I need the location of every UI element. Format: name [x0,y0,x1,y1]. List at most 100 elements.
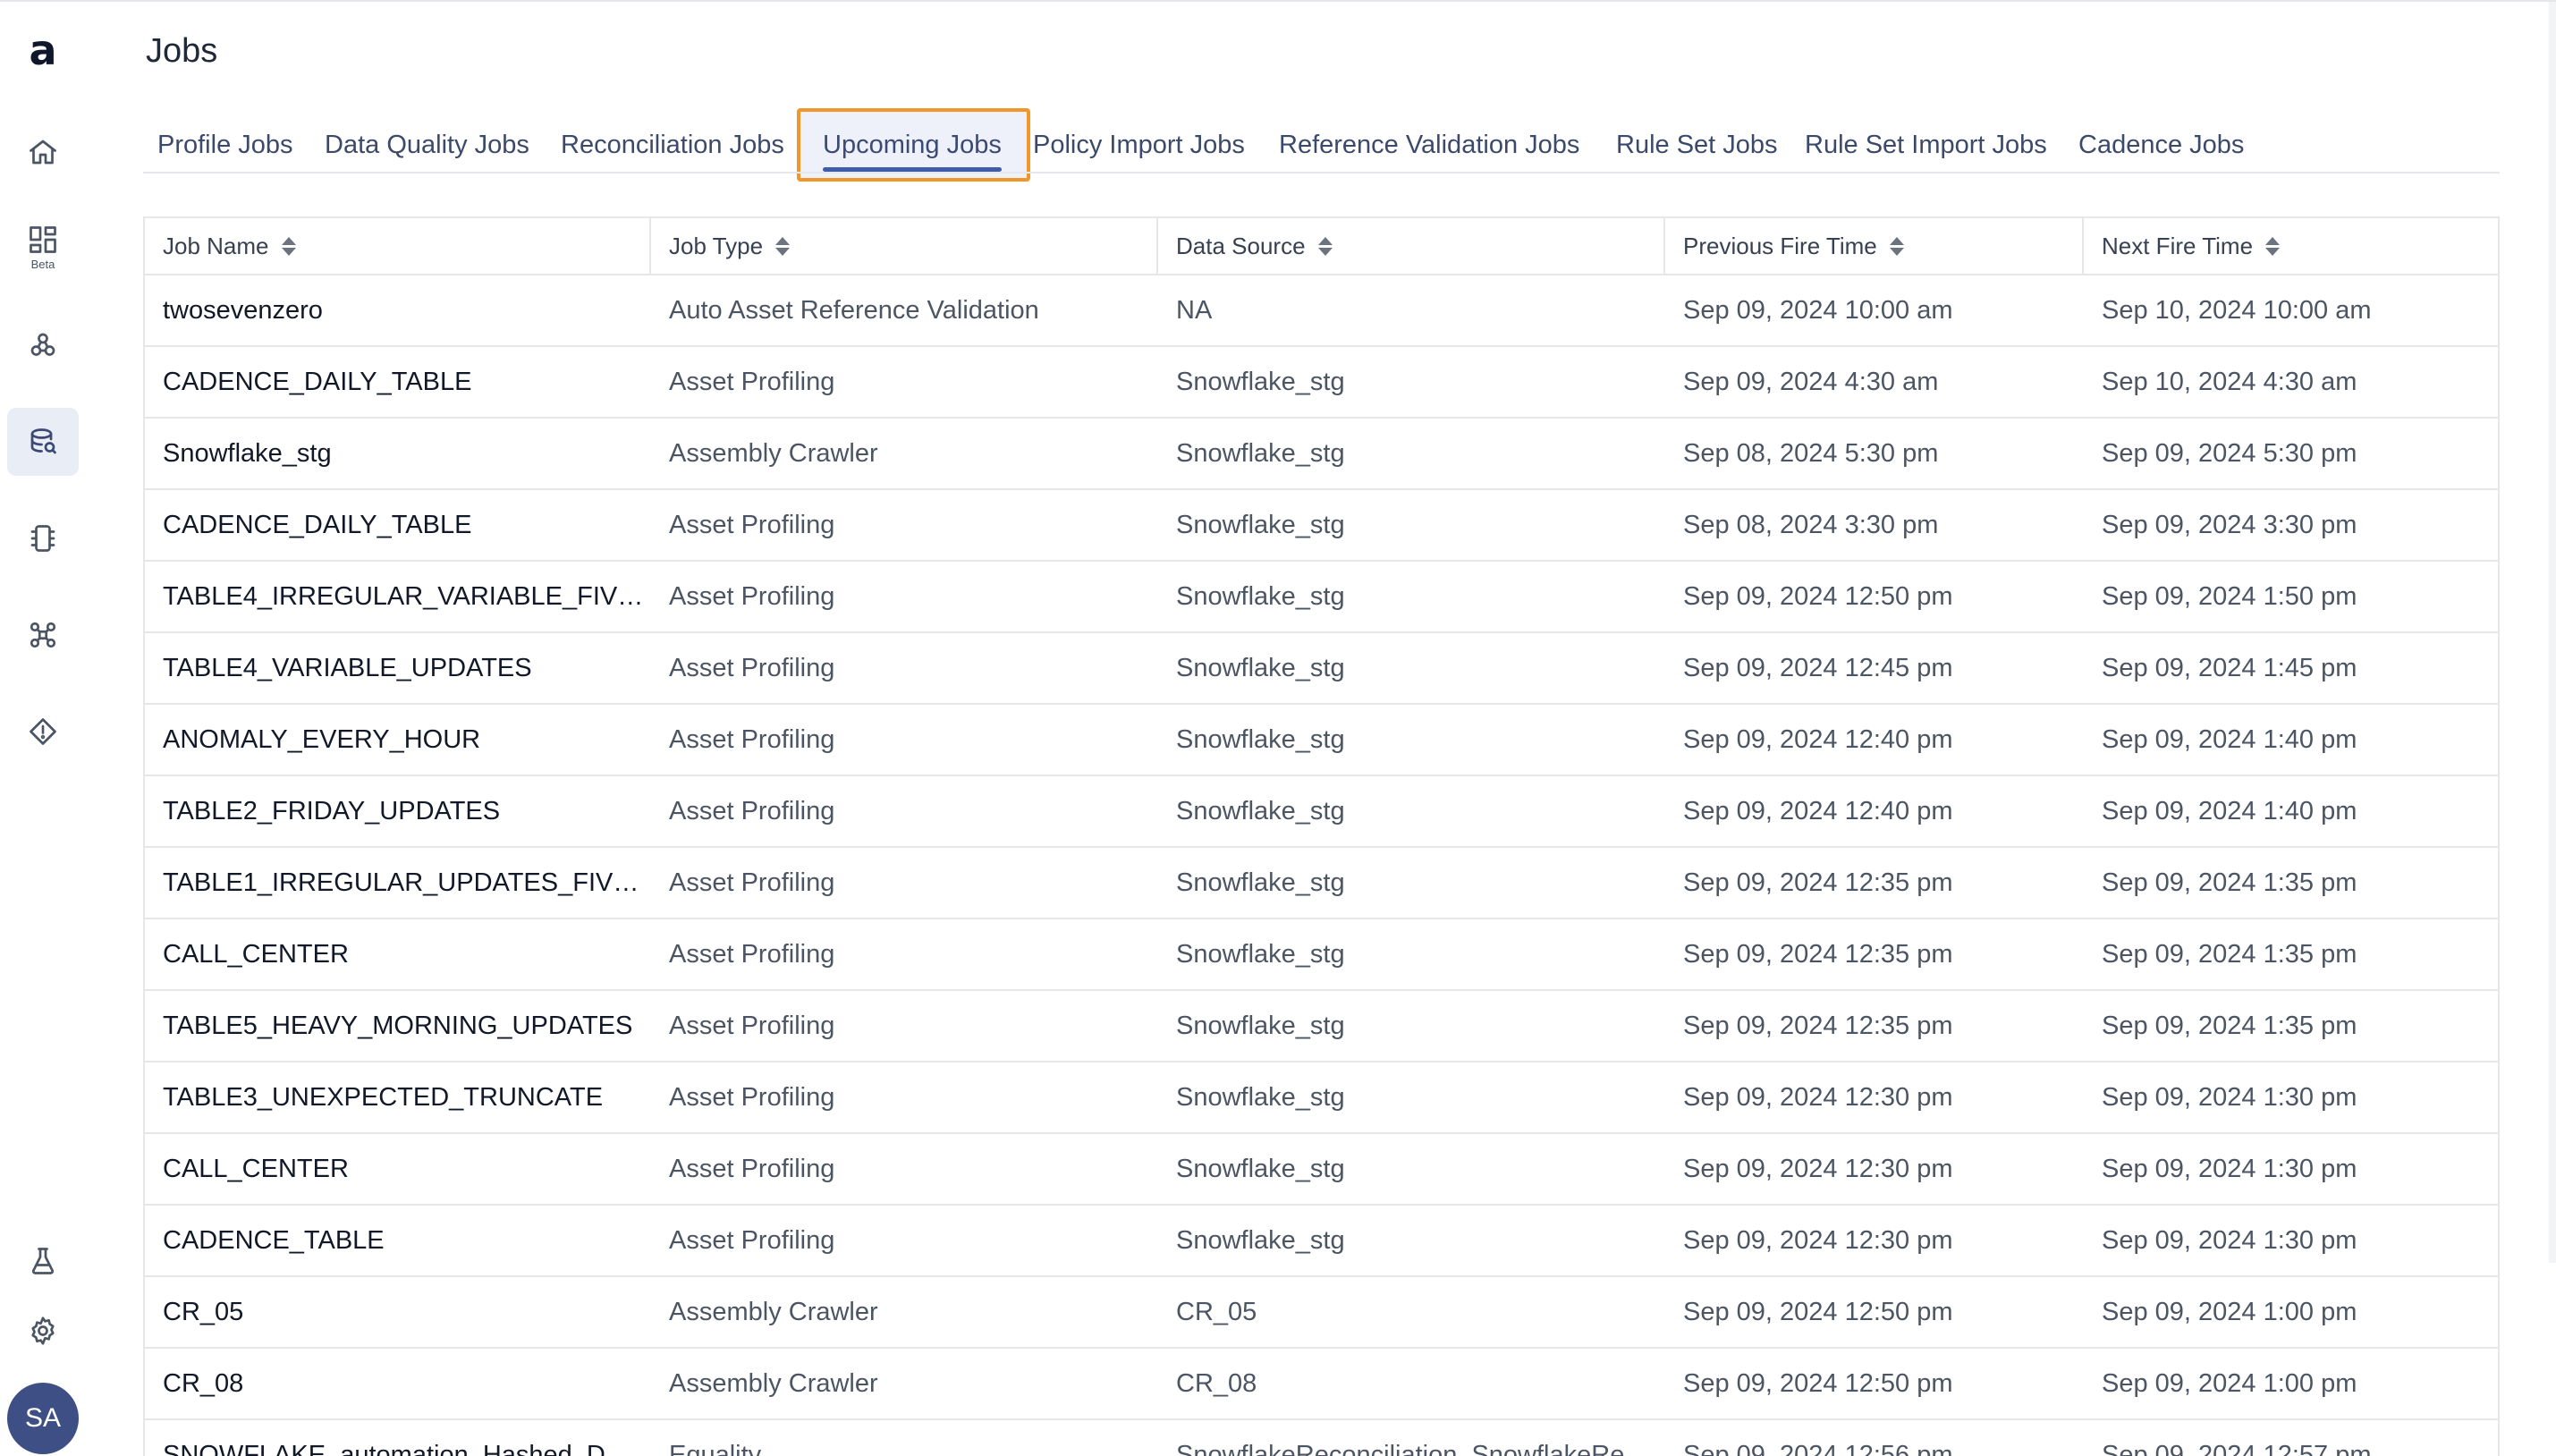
tab-reference-validation-jobs[interactable]: Reference Validation Jobs [1279,131,1579,166]
cell-job-name: CR_05 [145,1277,651,1347]
table-row[interactable]: TABLE3_UNEXPECTED_TRUNCATE Asset Profilin… [145,1062,2498,1134]
tab-reconciliation-jobs[interactable]: Reconciliation Jobs [561,131,784,166]
cell-next-fire-time: Sep 09, 2024 1:35 pm [2084,991,2501,1061]
cell-data-source: Snowflake_stg [1158,776,1665,846]
tab-data-quality-jobs[interactable]: Data Quality Jobs [325,131,529,166]
table-row[interactable]: CR_05 Assembly Crawler CR_05 Sep 09, 2024 1… [145,1277,2498,1349]
cell-data-source-text: Snowflake_stg [1176,796,1345,825]
app-logo[interactable]: a [25,30,61,71]
sort-icon[interactable] [2265,236,2281,256]
cell-job-name: TABLE2_FRIDAY_UPDATES [145,776,651,846]
table-row[interactable]: TABLE2_FRIDAY_UPDATES Asset Profiling Snow… [145,776,2498,848]
column-header-data-source[interactable]: Data Source [1158,218,1665,274]
cell-job-name-text: TABLE2_FRIDAY_UPDATES [163,796,501,825]
cell-data-source-text: Snowflake_stg [1176,1011,1345,1040]
table-row[interactable]: TABLE5_HEAVY_MORNING_UPDATES Asset Profil… [145,991,2498,1062]
column-header-job-type[interactable]: Job Type [651,218,1158,274]
cell-job-name: CADENCE_DAILY_TABLE [145,347,651,417]
table-row[interactable]: twosevenzero Auto Asset Reference Validat… [145,275,2498,347]
cell-data-source-text: SnowflakeReconciliation, SnowflakeRe... [1176,1440,1646,1456]
cell-previous-fire-time-text: Sep 09, 2024 12:45 pm [1683,653,1953,682]
cell-job-type: Asset Profiling [651,1134,1158,1204]
cell-job-type: Asset Profiling [651,991,1158,1061]
cell-job-name-text: CADENCE_DAILY_TABLE [163,367,472,396]
alert-diamond-icon [30,718,56,745]
cell-next-fire-time: Sep 09, 2024 1:00 pm [2084,1349,2501,1418]
cell-job-name-text: CR_05 [163,1297,244,1326]
tab-rule-set-jobs[interactable]: Rule Set Jobs [1616,131,1778,166]
column-header-previous-fire-time[interactable]: Previous Fire Time [1665,218,2084,274]
cell-previous-fire-time-text: Sep 09, 2024 12:40 pm [1683,724,1953,754]
table-row[interactable]: TABLE4_VARIABLE_UPDATES Asset Profiling Sn… [145,633,2498,705]
cell-job-type-text: Assembly Crawler [669,1368,878,1398]
sidebar-item-home[interactable] [7,118,79,186]
cell-data-source: Snowflake_stg [1158,1134,1665,1204]
table-row[interactable]: CADENCE_DAILY_TABLE Asset Profiling Snowfl… [145,490,2498,562]
table-row[interactable]: ANOMALY_EVERY_HOUR Asset Profiling Snowfla… [145,705,2498,776]
sidebar-item-pipelines[interactable] [7,601,79,669]
cell-job-type-text: Asset Profiling [669,581,835,611]
sort-icon[interactable] [1317,236,1333,256]
tab-rule-set-import-jobs[interactable]: Rule Set Import Jobs [1805,131,2047,166]
cell-job-type-text: Asset Profiling [669,1154,835,1183]
sidebar-item-alerts[interactable] [7,698,79,766]
cell-job-name-text: Snowflake_stg [163,438,332,468]
table-header: Job Name Job Type Data Source Previous F… [145,218,2498,275]
cell-previous-fire-time-text: Sep 09, 2024 10:00 am [1683,295,1953,325]
column-header-label: Job Type [669,232,764,259]
sort-icon[interactable] [775,236,791,256]
sidebar-item-compute[interactable] [7,504,79,572]
sort-icon[interactable] [1889,236,1904,256]
cell-data-source-text: Snowflake_stg [1176,581,1345,611]
sort-icon[interactable] [281,236,296,256]
table-row[interactable]: Snowflake_stg Assembly Crawler Snowflake_s… [145,419,2498,490]
sidebar-item-data-reliability[interactable] [7,408,79,476]
cell-job-name: TABLE3_UNEXPECTED_TRUNCATE [145,1062,651,1132]
column-header-next-fire-time[interactable]: Next Fire Time [2084,218,2501,274]
cell-previous-fire-time: Sep 09, 2024 12:56 pm [1665,1420,2084,1456]
cell-previous-fire-time-text: Sep 09, 2024 12:30 pm [1683,1154,1953,1183]
cell-data-source: CR_05 [1158,1277,1665,1347]
flask-icon [31,1248,55,1274]
table-row[interactable]: TABLE4_IRREGULAR_VARIABLE_FIVEP... Asset … [145,562,2498,633]
sidebar-item-graph[interactable] [7,311,79,379]
cell-job-name: CALL_CENTER [145,919,651,989]
cell-data-source-text: Snowflake_stg [1176,438,1345,468]
table-row[interactable]: CALL_CENTER Asset Profiling Snowflake_stg S… [145,919,2498,991]
tab-upcoming-jobs[interactable]: Upcoming Jobs [823,131,1002,172]
cell-job-name-text: CADENCE_TABLE [163,1225,385,1255]
table-row[interactable]: CR_08 Assembly Crawler CR_08 Sep 09, 2024 1… [145,1349,2498,1420]
column-header-label: Previous Fire Time [1683,232,1877,259]
sidebar-item-labs[interactable] [7,1227,79,1295]
table-row[interactable]: CADENCE_DAILY_TABLE Asset Profiling Snowfl… [145,347,2498,419]
user-avatar[interactable]: SA [7,1383,79,1454]
cell-data-source-text: Snowflake_stg [1176,724,1345,754]
page-scrollbar[interactable] [2549,2,2556,1263]
tab-profile-jobs[interactable]: Profile Jobs [157,131,293,166]
cell-job-type: Assembly Crawler [651,1349,1158,1418]
tab-policy-import-jobs[interactable]: Policy Import Jobs [1033,131,1245,166]
cell-job-type: Asset Profiling [651,633,1158,703]
column-header-job-name[interactable]: Job Name [145,218,651,274]
table-row[interactable]: CADENCE_TABLE Asset Profiling Snowflake_st… [145,1206,2498,1277]
cell-previous-fire-time: Sep 09, 2024 12:50 pm [1665,1349,2084,1418]
cell-data-source-text: CR_05 [1176,1297,1257,1326]
tab-cadence-jobs[interactable]: Cadence Jobs [2078,131,2244,166]
cell-job-name-text: CALL_CENTER [163,1154,349,1183]
cell-job-type: Asset Profiling [651,848,1158,918]
cell-previous-fire-time: Sep 09, 2024 12:50 pm [1665,1277,2084,1347]
cell-job-type: Asset Profiling [651,347,1158,417]
cell-next-fire-time: Sep 09, 2024 1:40 pm [2084,705,2501,775]
sidebar-item-settings[interactable] [7,1297,79,1365]
cell-job-type: Asset Profiling [651,1062,1158,1132]
sidebar-item-dashboards[interactable]: Beta [7,213,79,281]
cell-job-name: CADENCE_DAILY_TABLE [145,490,651,560]
cell-previous-fire-time-text: Sep 09, 2024 12:30 pm [1683,1225,1953,1255]
table-row[interactable]: SNOWFLAKE_automation_Hashed_D... Equality… [145,1420,2498,1456]
table-row[interactable]: CALL_CENTER Asset Profiling Snowflake_stg S… [145,1134,2498,1206]
cell-next-fire-time-text: Sep 09, 2024 1:40 pm [2102,796,2357,825]
cell-data-source-text: Snowflake_stg [1176,510,1345,539]
table-row[interactable]: TABLE1_IRREGULAR_UPDATES_FIVEP... Asset P… [145,848,2498,919]
cell-job-name: CR_08 [145,1349,651,1418]
cell-next-fire-time-text: Sep 09, 2024 12:57 pm [2102,1440,2372,1456]
